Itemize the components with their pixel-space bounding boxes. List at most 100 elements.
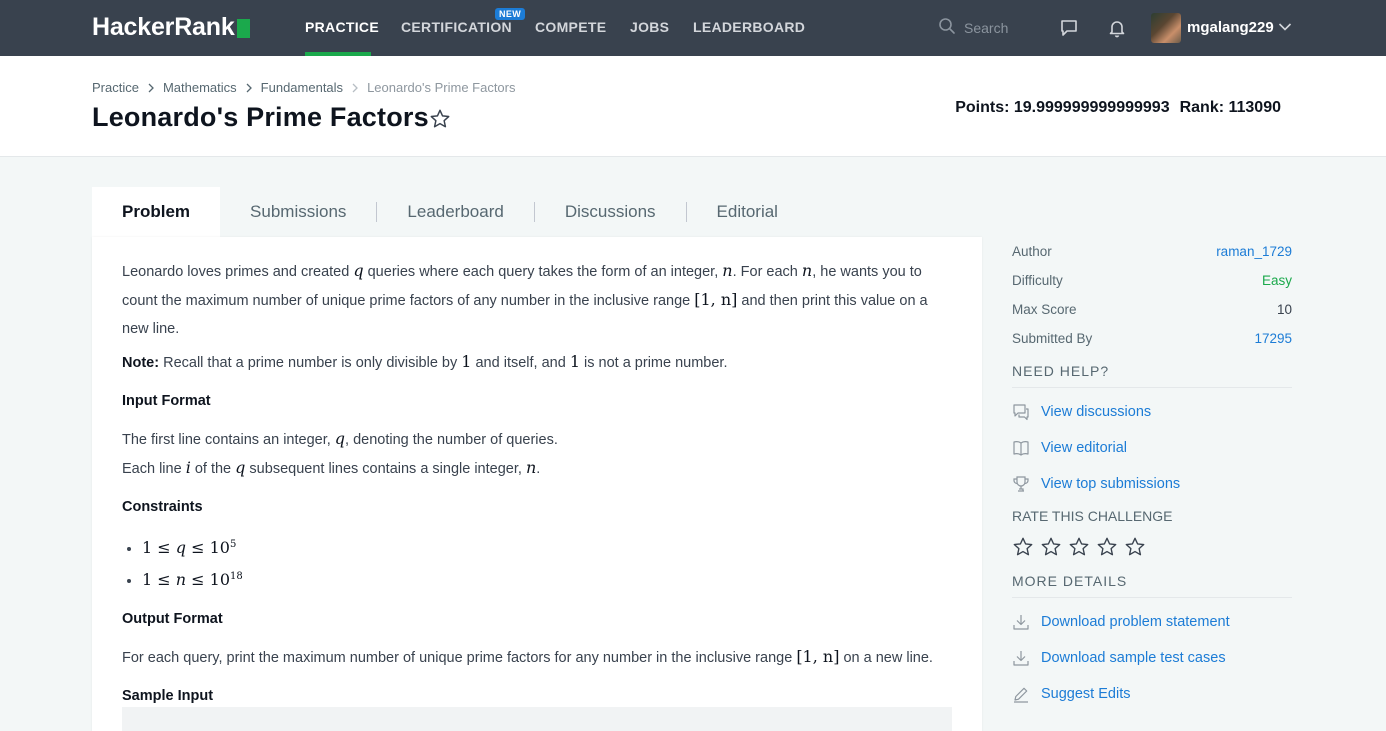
constraint-n: 1 ≤ n ≤ 1018 bbox=[142, 563, 952, 595]
tab-leaderboard[interactable]: Leaderboard bbox=[377, 187, 533, 237]
need-help-heading: NEED HELP? bbox=[1012, 363, 1292, 388]
text: , denoting the number of queries. bbox=[345, 432, 558, 448]
breadcrumb: Practice Mathematics Fundamentals Leonar… bbox=[92, 80, 516, 95]
submitted-by-link[interactable]: 17295 bbox=[1254, 331, 1292, 346]
math-one: 1 bbox=[569, 352, 580, 371]
output-line: For each query, print the maximum number… bbox=[122, 643, 952, 672]
problem-statement-card: Leonardo loves primes and created q quer… bbox=[92, 237, 982, 731]
tab-submissions[interactable]: Submissions bbox=[220, 187, 376, 237]
math-range: [1, n] bbox=[796, 646, 840, 666]
nav-practice[interactable]: PRACTICE bbox=[305, 19, 379, 35]
meta-label: Max Score bbox=[1012, 302, 1077, 317]
text: Each line bbox=[122, 461, 186, 477]
breadcrumb-fundamentals[interactable]: Fundamentals bbox=[261, 80, 343, 95]
problem-note: Note: Recall that a prime number is only… bbox=[122, 348, 952, 377]
meta-difficulty: Difficulty Easy bbox=[1012, 266, 1292, 295]
math-n: n bbox=[801, 261, 813, 280]
math-q: q bbox=[334, 429, 346, 448]
chevron-right-icon bbox=[351, 83, 359, 93]
rate-challenge-heading: RATE THIS CHALLENGE bbox=[1012, 508, 1173, 524]
sample-input-box bbox=[122, 707, 952, 731]
text: of the bbox=[190, 461, 236, 477]
challenge-sidebar: Author raman_1729 Difficulty Easy Max Sc… bbox=[1012, 237, 1292, 712]
tab-discussions[interactable]: Discussions bbox=[535, 187, 686, 237]
points-value: Points: 19.999999999999993 bbox=[955, 99, 1170, 116]
more-details-heading: MORE DETAILS bbox=[1012, 573, 1292, 598]
nav-certification[interactable]: CERTIFICATION bbox=[401, 19, 512, 35]
author-link[interactable]: raman_1729 bbox=[1216, 244, 1292, 259]
search-input[interactable]: Search bbox=[964, 20, 1044, 36]
math-n: n bbox=[525, 458, 537, 477]
problem-statement: Leonardo loves primes and created q quer… bbox=[122, 257, 952, 710]
view-top-submissions-link[interactable]: View top submissions bbox=[1012, 466, 1292, 502]
link-label: View discussions bbox=[1041, 404, 1152, 420]
tab-editorial[interactable]: Editorial bbox=[687, 187, 808, 237]
text: 1 ≤ bbox=[142, 569, 176, 589]
meta-label: Submitted By bbox=[1012, 331, 1093, 346]
math-n: n bbox=[722, 261, 733, 280]
text: queries where each query takes the form … bbox=[363, 264, 723, 280]
text: ≤ 10 bbox=[186, 537, 230, 557]
nav-compete[interactable]: COMPETE bbox=[535, 19, 606, 35]
text: . For each bbox=[732, 264, 802, 280]
download-problem-statement-link[interactable]: Download problem statement bbox=[1012, 604, 1292, 640]
rating-star-4-icon[interactable] bbox=[1096, 536, 1118, 563]
nav-leaderboard[interactable]: LEADERBOARD bbox=[693, 19, 805, 35]
logo-text: HackerRank bbox=[92, 12, 235, 41]
difficulty-value: Easy bbox=[1261, 273, 1292, 288]
text: Recall that a prime number is only divis… bbox=[159, 355, 462, 371]
trophy-icon bbox=[1012, 475, 1030, 493]
hackerrank-logo[interactable]: HackerRank bbox=[92, 12, 250, 42]
search-box[interactable]: Search bbox=[938, 16, 1044, 40]
input-line-1: The first line contains an integer, q, d… bbox=[122, 425, 952, 454]
notifications-bell-icon[interactable] bbox=[1105, 16, 1129, 40]
constraint-q: 1 ≤ q ≤ 105 bbox=[142, 531, 952, 563]
text: ≤ 10 bbox=[186, 569, 231, 589]
discussion-icon bbox=[1012, 403, 1030, 421]
logo-block-icon bbox=[236, 19, 250, 38]
username[interactable]: mgalang229 bbox=[1187, 19, 1274, 36]
messages-icon[interactable] bbox=[1057, 16, 1081, 40]
tab-problem[interactable]: Problem bbox=[92, 187, 221, 237]
link-label: Download sample test cases bbox=[1041, 650, 1226, 666]
problem-intro: Leonardo loves primes and created q quer… bbox=[122, 257, 952, 343]
bookmark-star-icon[interactable] bbox=[429, 108, 451, 135]
download-icon bbox=[1012, 649, 1030, 667]
rating-star-3-icon[interactable] bbox=[1068, 536, 1090, 563]
view-editorial-link[interactable]: View editorial bbox=[1012, 430, 1292, 466]
text: The first line contains an integer, bbox=[122, 432, 335, 448]
meta-author: Author raman_1729 bbox=[1012, 237, 1292, 266]
search-icon bbox=[938, 17, 956, 40]
download-icon bbox=[1012, 613, 1030, 631]
max-score-value: 10 bbox=[1276, 302, 1292, 317]
rank-value: Rank: 113090 bbox=[1179, 99, 1281, 116]
constraints-heading: Constraints bbox=[122, 499, 203, 515]
text: is not a prime number. bbox=[580, 355, 728, 371]
challenge-header: Practice Mathematics Fundamentals Leonar… bbox=[0, 56, 1386, 157]
suggest-edits-link[interactable]: Suggest Edits bbox=[1012, 676, 1292, 712]
avatar[interactable] bbox=[1151, 13, 1181, 43]
rating-star-5-icon[interactable] bbox=[1124, 536, 1146, 563]
new-badge: NEW bbox=[495, 8, 526, 20]
math-q: q bbox=[235, 458, 246, 477]
meta-max-score: Max Score 10 bbox=[1012, 295, 1292, 324]
link-label: View editorial bbox=[1041, 440, 1127, 456]
breadcrumb-mathematics[interactable]: Mathematics bbox=[163, 80, 237, 95]
math-q: q bbox=[175, 537, 187, 557]
math-n: n bbox=[175, 569, 187, 589]
rating-star-2-icon[interactable] bbox=[1040, 536, 1062, 563]
input-line-2: Each line i of the q subsequent lines co… bbox=[122, 454, 952, 483]
rating-star-1-icon[interactable] bbox=[1012, 536, 1034, 563]
download-sample-test-cases-link[interactable]: Download sample test cases bbox=[1012, 640, 1292, 676]
link-label: Suggest Edits bbox=[1041, 686, 1131, 702]
chevron-down-icon[interactable] bbox=[1278, 20, 1292, 39]
math-one: 1 bbox=[461, 352, 472, 371]
nav-jobs[interactable]: JOBS bbox=[630, 19, 669, 35]
breadcrumb-current: Leonardo's Prime Factors bbox=[367, 80, 516, 95]
output-format-heading: Output Format bbox=[122, 610, 223, 627]
view-discussions-link[interactable]: View discussions bbox=[1012, 394, 1292, 430]
meta-label: Difficulty bbox=[1012, 273, 1063, 288]
breadcrumb-practice[interactable]: Practice bbox=[92, 80, 139, 95]
link-label: View top submissions bbox=[1041, 476, 1181, 492]
help-links: View discussions View editorial View top… bbox=[1012, 394, 1292, 502]
